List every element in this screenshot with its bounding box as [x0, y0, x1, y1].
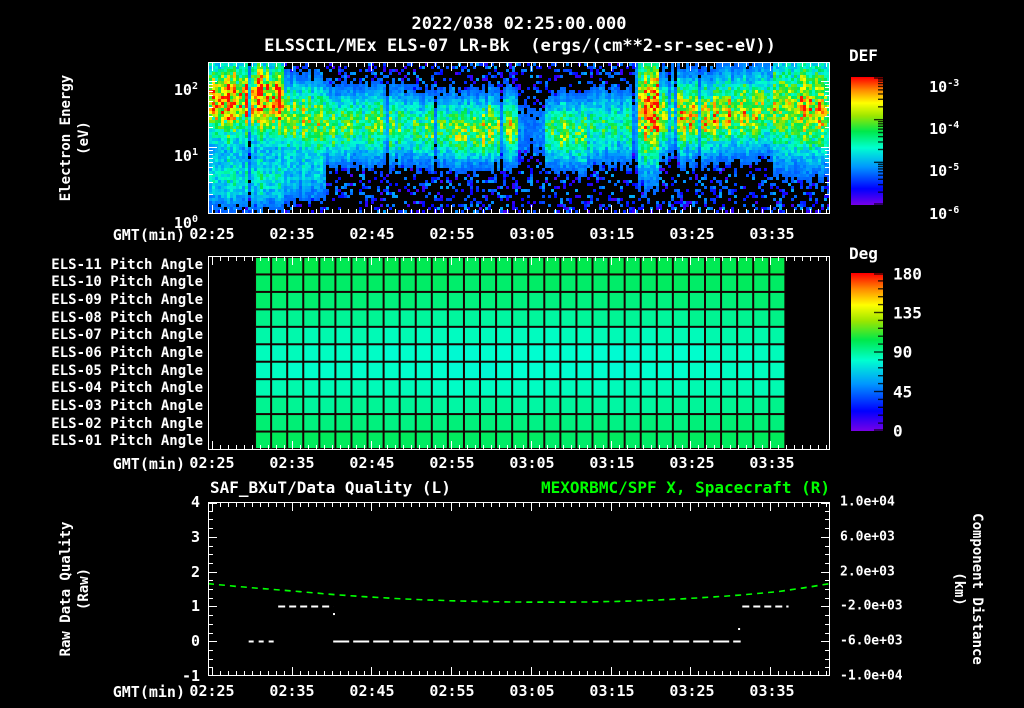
- row-label-els07: ELS-07 Pitch Angle: [51, 327, 203, 343]
- panel3-ytick-left-1: 1: [190, 597, 200, 615]
- panel1-y-axis-label-line1: Electron Energy: [58, 74, 74, 202]
- deg-colorbar-title: Deg: [849, 244, 878, 263]
- panel1-time-tick-3: 02:55: [429, 225, 475, 243]
- deg-colorbar-tick-2: 90: [893, 342, 913, 362]
- panel3-ytick-left-2: 2: [190, 563, 200, 581]
- deg-colorbar-tick-4: 0: [893, 421, 903, 441]
- panel3-left-title: SAF_BXuT/Data Quality (L): [210, 478, 451, 497]
- panel2-time-tick-6: 03:25: [669, 454, 715, 472]
- panel3-time-tick-7: 03:35: [749, 682, 795, 700]
- def-colorbar-tick-3: 10-6: [929, 205, 960, 223]
- panel1-time-tick-2: 02:45: [349, 225, 395, 243]
- panel1-time-tick-6: 03:25: [669, 225, 715, 243]
- page-title: 2022/038 02:25:00.000: [411, 14, 627, 34]
- row-label-els09: ELS-09 Pitch Angle: [51, 292, 203, 308]
- panel3-right-y-axis-label: Component Distance (km): [950, 513, 986, 665]
- deg-colorbar-tick-1: 135: [893, 303, 922, 323]
- def-colorbar-title: DEF: [849, 46, 878, 65]
- panel3-left-y-axis-label: Raw Data Quality (Raw): [57, 522, 93, 657]
- def-colorbar-tick-0: 10-3: [929, 78, 960, 96]
- panel3-ytick-left-3: 3: [190, 528, 200, 546]
- panel1-time-tick-0: 02:25: [189, 225, 235, 243]
- row-label-els05: ELS-05 Pitch Angle: [51, 363, 203, 379]
- row-label-els10: ELS-10 Pitch Angle: [51, 274, 203, 290]
- panel2-time-tick-3: 02:55: [429, 454, 475, 472]
- screen: 2022/038 02:25:00.000 ELSSCIL/MEx ELS-07…: [0, 0, 1024, 708]
- row-label-els02: ELS-02 Pitch Angle: [51, 416, 203, 432]
- panel1-time-tick-1: 02:35: [269, 225, 315, 243]
- panel3-right-title: MEXORBMC/SPF X, Spacecraft (R): [541, 478, 830, 497]
- def-colorbar-tick-2: 10-5: [929, 162, 960, 180]
- panel1-time-tick-7: 03:35: [749, 225, 795, 243]
- panel1-time-tick-4: 03:05: [509, 225, 555, 243]
- def-colorbar-tick-1: 10-4: [929, 120, 960, 138]
- panel1-gmt-label: GMT(min): [112, 226, 185, 244]
- row-label-els11: ELS-11 Pitch Angle: [51, 257, 203, 273]
- panel3-gmt-label: GMT(min): [112, 683, 185, 701]
- panel3-ytick-right-2: 2.0e+03: [840, 564, 895, 580]
- panel3-time-tick-0: 02:25: [189, 682, 235, 700]
- row-label-els04: ELS-04 Pitch Angle: [51, 380, 203, 396]
- panel3-right-y-axis-label-line2: (km): [951, 572, 967, 606]
- panel3-time-tick-2: 02:45: [349, 682, 395, 700]
- panel2-time-tick-7: 03:35: [749, 454, 795, 472]
- panel3-ytick-right-4: -6.0e+03: [840, 633, 903, 649]
- panel3-ytick-right-3: -2.0e+03: [840, 598, 903, 614]
- panel3-left-y-axis-label-line2: (Raw): [76, 567, 92, 611]
- energy-spectrogram-canvas: [208, 62, 830, 214]
- panel2-time-tick-0: 02:25: [189, 454, 235, 472]
- panel1-ytick-10: 101: [173, 147, 198, 165]
- row-label-els08: ELS-08 Pitch Angle: [51, 310, 203, 326]
- panel1-ytick-100: 102: [173, 81, 198, 99]
- panel3-ytick-right-5: -1.0e+04: [840, 668, 903, 684]
- row-label-els03: ELS-03 Pitch Angle: [51, 398, 203, 414]
- panel2-time-tick-1: 02:35: [269, 454, 315, 472]
- quality-line-canvas: [208, 502, 830, 676]
- panel3-time-tick-6: 03:25: [669, 682, 715, 700]
- panel3-ytick-right-1: 6.0e+03: [840, 529, 895, 545]
- panel3-time-tick-5: 03:15: [589, 682, 635, 700]
- panel2-time-tick-4: 03:05: [509, 454, 555, 472]
- panel3-left-y-axis-label-line1: Raw Data Quality: [58, 521, 74, 657]
- def-colorbar-canvas: [851, 77, 883, 205]
- panel2-time-tick-5: 03:15: [589, 454, 635, 472]
- panel3-time-tick-1: 02:35: [269, 682, 315, 700]
- panel1-y-axis-label: Electron Energy (eV): [57, 75, 93, 201]
- deg-colorbar-canvas: [851, 273, 883, 431]
- panel3-right-y-axis-label-line1: Component Distance: [969, 513, 985, 665]
- panel2-time-tick-2: 02:45: [349, 454, 395, 472]
- row-label-els01: ELS-01 Pitch Angle: [51, 433, 203, 449]
- deg-colorbar-tick-0: 180: [893, 264, 922, 284]
- panel3-time-tick-4: 03:05: [509, 682, 555, 700]
- panel3-ytick-right-0: 1.0e+04: [840, 494, 895, 510]
- panel1-y-axis-label-line2: (eV): [76, 121, 92, 155]
- panel3-ytick-left-0: 0: [190, 632, 200, 650]
- panel3-time-tick-3: 02:55: [429, 682, 475, 700]
- page-subtitle: ELSSCIL/MEx ELS-07 LR-Bk (ergs/(cm**2-sr…: [264, 36, 776, 56]
- deg-colorbar-tick-3: 45: [893, 382, 913, 402]
- panel3-ytick-left-4: 4: [190, 493, 200, 511]
- pitch-angle-canvas: [208, 256, 830, 450]
- panel1-time-tick-5: 03:15: [589, 225, 635, 243]
- panel2-gmt-label: GMT(min): [112, 455, 185, 473]
- row-label-els06: ELS-06 Pitch Angle: [51, 345, 203, 361]
